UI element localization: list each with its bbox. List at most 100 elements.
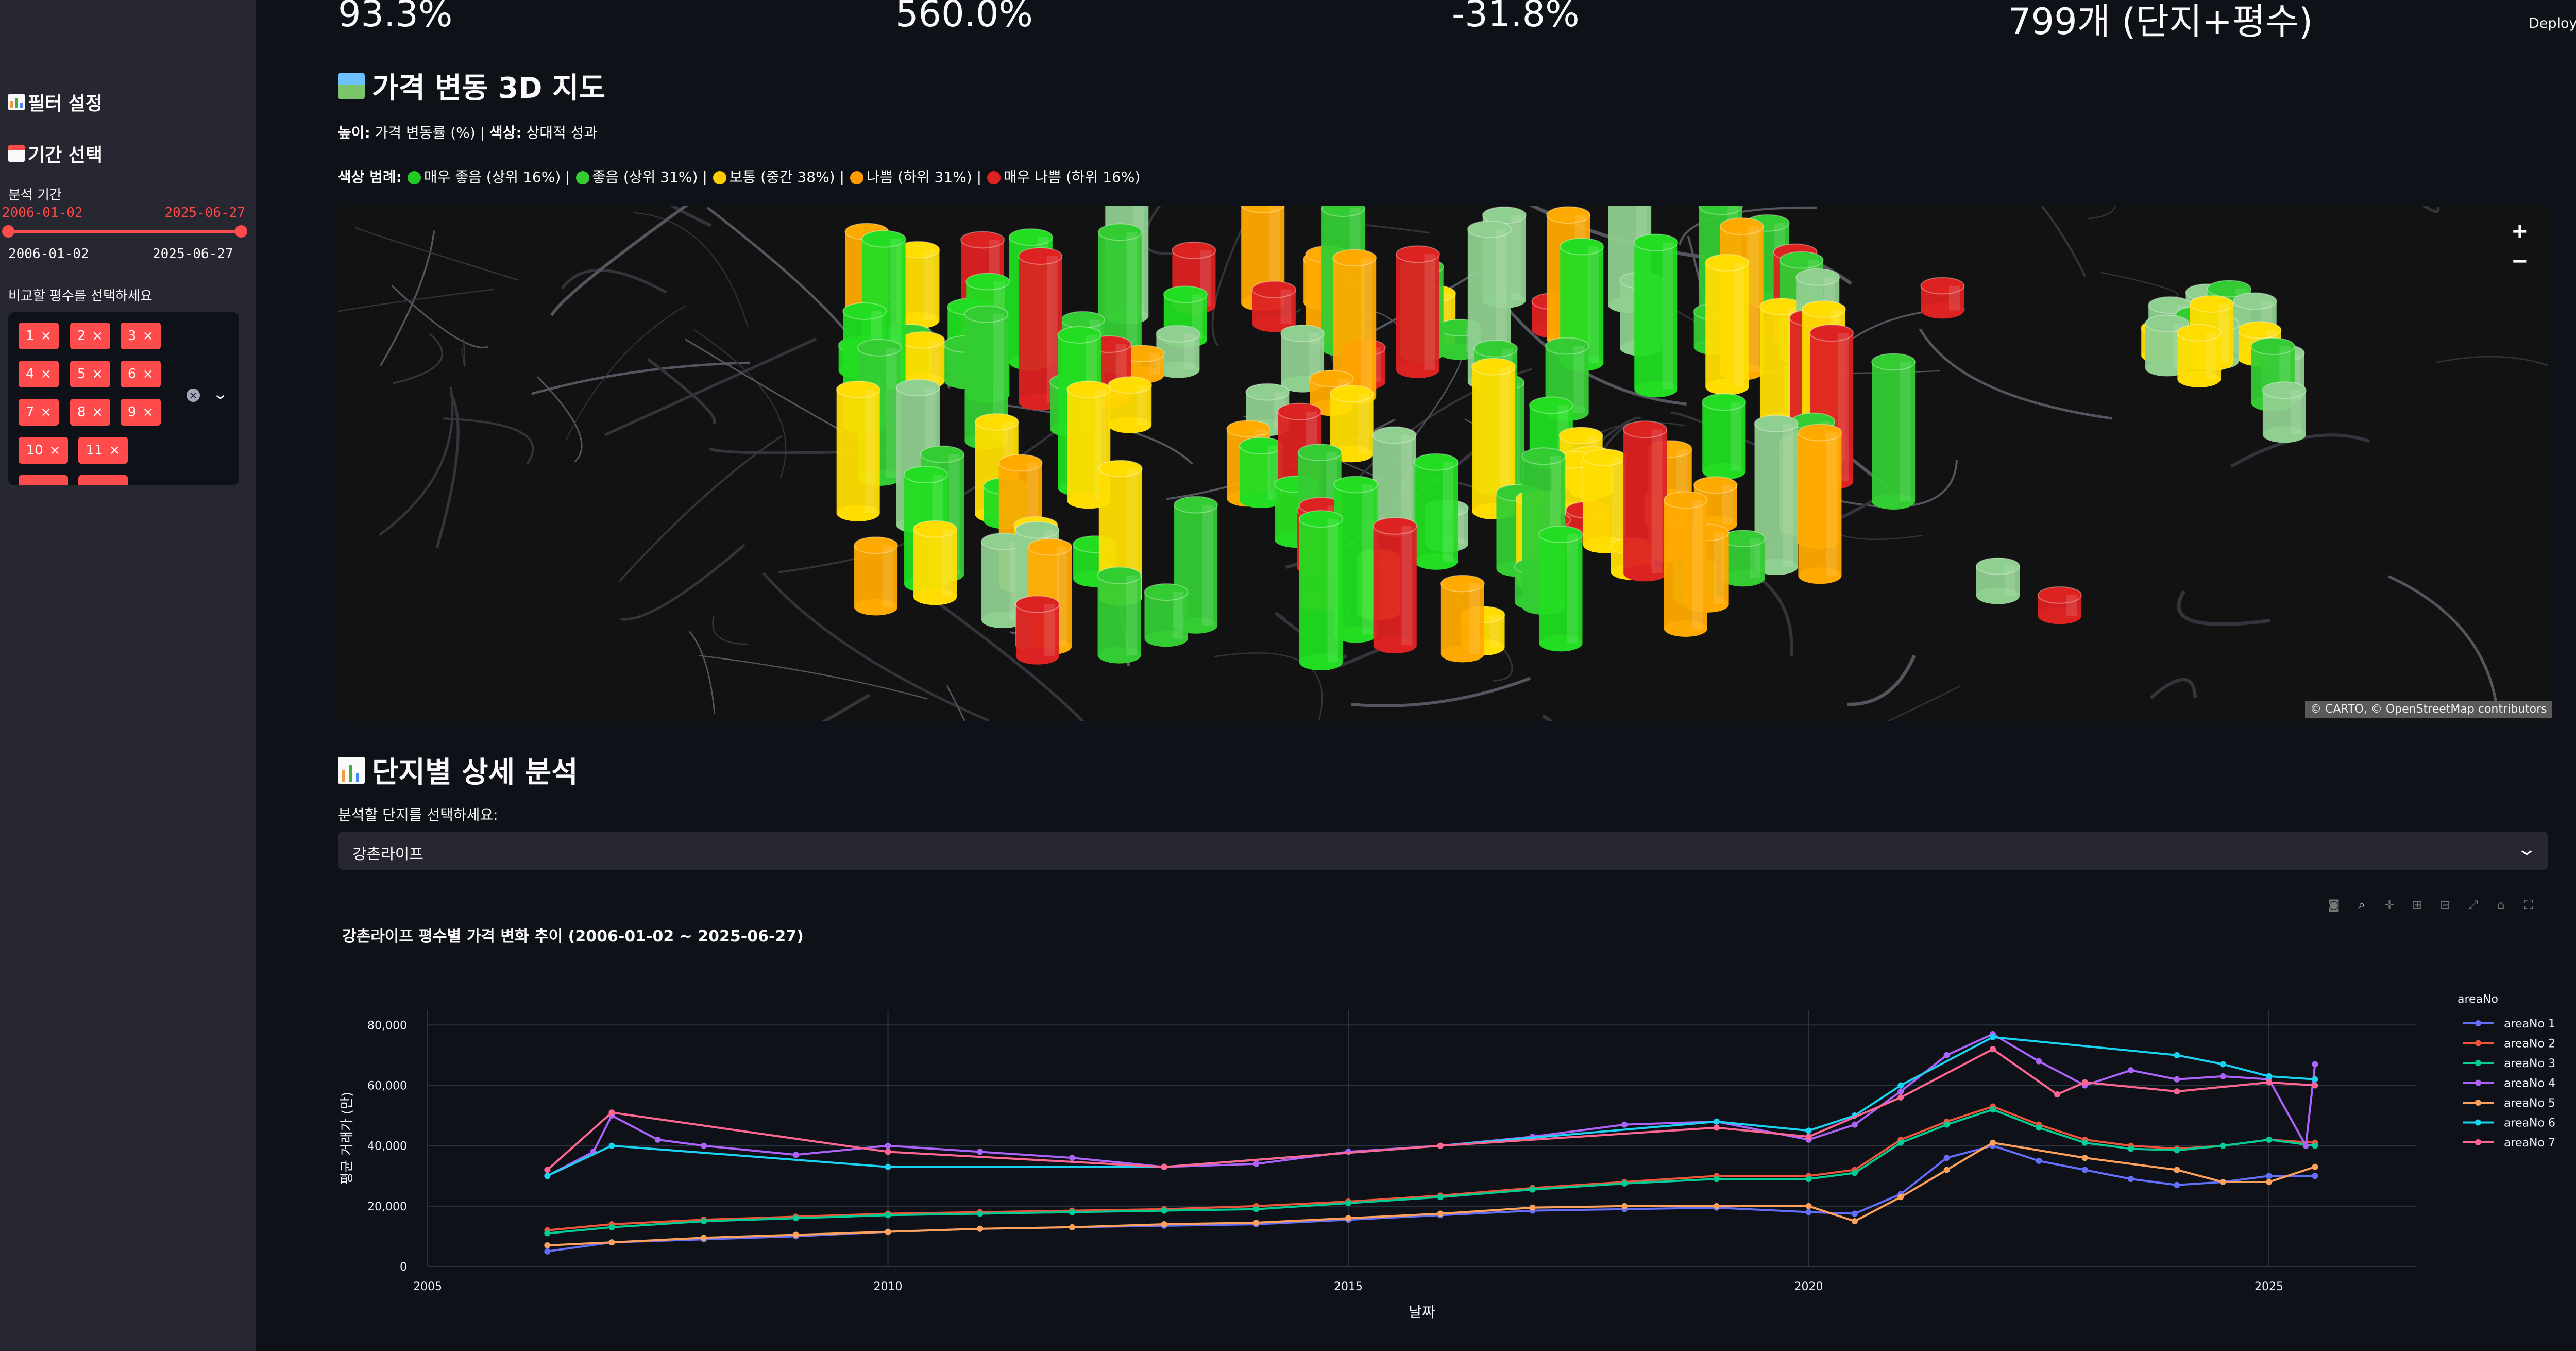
- series-3[interactable]: [544, 1106, 2318, 1237]
- data-point[interactable]: [1713, 1203, 1720, 1209]
- data-point[interactable]: [2312, 1076, 2318, 1083]
- data-point[interactable]: [2266, 1073, 2273, 1079]
- data-point[interactable]: [1897, 1139, 1904, 1146]
- data-point[interactable]: [608, 1142, 615, 1149]
- data-point[interactable]: [2174, 1088, 2180, 1095]
- chart-legend-item[interactable]: areaNo 6: [2463, 1117, 2555, 1130]
- data-point[interactable]: [2312, 1061, 2318, 1068]
- data-point[interactable]: [701, 1235, 707, 1241]
- data-point[interactable]: [654, 1136, 661, 1143]
- data-point[interactable]: [885, 1149, 891, 1155]
- data-point[interactable]: [885, 1212, 891, 1219]
- data-point[interactable]: [2312, 1163, 2318, 1170]
- data-point[interactable]: [544, 1173, 551, 1179]
- data-point[interactable]: [1345, 1215, 1352, 1222]
- data-point[interactable]: [1943, 1155, 1950, 1161]
- data-point[interactable]: [1989, 1139, 1996, 1146]
- data-point[interactable]: [2081, 1167, 2088, 1173]
- data-point[interactable]: [1805, 1127, 1812, 1134]
- data-point[interactable]: [2219, 1142, 2226, 1149]
- data-point[interactable]: [1621, 1180, 1628, 1187]
- data-point[interactable]: [1253, 1206, 1260, 1212]
- data-point[interactable]: [1161, 1207, 1167, 1214]
- data-point[interactable]: [1069, 1224, 1075, 1230]
- series-5[interactable]: [544, 1139, 2318, 1248]
- data-point[interactable]: [2036, 1157, 2042, 1164]
- data-point[interactable]: [544, 1242, 551, 1248]
- data-point[interactable]: [1943, 1121, 1950, 1128]
- chart-legend-item[interactable]: areaNo 7: [2463, 1137, 2555, 1150]
- data-point[interactable]: [1437, 1142, 1444, 1149]
- data-point[interactable]: [2266, 1178, 2273, 1185]
- data-point[interactable]: [701, 1218, 707, 1225]
- data-point[interactable]: [544, 1167, 551, 1173]
- data-point[interactable]: [1345, 1200, 1352, 1206]
- data-point[interactable]: [885, 1228, 891, 1235]
- data-point[interactable]: [2081, 1139, 2088, 1146]
- data-point[interactable]: [1713, 1124, 1720, 1131]
- data-point[interactable]: [2174, 1052, 2180, 1058]
- line-chart[interactable]: 0 20,000 40,000 60,000 80,000 2005 2010 2015 202…: [0, 0, 2576, 1351]
- data-point[interactable]: [544, 1230, 551, 1237]
- data-point[interactable]: [2036, 1124, 2042, 1131]
- chart-legend-item[interactable]: areaNo 1: [2463, 1018, 2555, 1031]
- data-point[interactable]: [1989, 1034, 1996, 1040]
- data-point[interactable]: [885, 1163, 891, 1170]
- data-point[interactable]: [1851, 1218, 1858, 1225]
- data-point[interactable]: [1851, 1210, 1858, 1217]
- data-point[interactable]: [1897, 1094, 1904, 1101]
- data-point[interactable]: [1253, 1220, 1260, 1226]
- data-point[interactable]: [1989, 1046, 1996, 1053]
- data-point[interactable]: [608, 1239, 615, 1246]
- data-point[interactable]: [2219, 1178, 2226, 1185]
- data-point[interactable]: [2266, 1136, 2273, 1143]
- data-point[interactable]: [792, 1215, 799, 1222]
- data-point[interactable]: [1713, 1118, 1720, 1125]
- data-point[interactable]: [2312, 1082, 2318, 1089]
- data-point[interactable]: [1805, 1209, 1812, 1215]
- chart-legend-item[interactable]: areaNo 5: [2463, 1097, 2555, 1110]
- data-point[interactable]: [2174, 1076, 2180, 1083]
- data-point[interactable]: [544, 1248, 551, 1255]
- series-line[interactable]: [547, 1105, 2315, 1231]
- data-point[interactable]: [1529, 1186, 1536, 1193]
- data-point[interactable]: [1805, 1134, 1812, 1140]
- series-4[interactable]: [544, 1031, 2318, 1179]
- data-point[interactable]: [885, 1142, 891, 1149]
- chart-legend-item[interactable]: areaNo 2: [2463, 1038, 2555, 1051]
- data-point[interactable]: [2312, 1173, 2318, 1179]
- data-point[interactable]: [1851, 1121, 1858, 1128]
- data-point[interactable]: [977, 1149, 984, 1155]
- data-point[interactable]: [1713, 1176, 1720, 1183]
- data-point[interactable]: [1069, 1209, 1075, 1215]
- data-point[interactable]: [1161, 1163, 1167, 1170]
- data-point[interactable]: [1897, 1082, 1904, 1089]
- data-point[interactable]: [2036, 1058, 2042, 1065]
- data-point[interactable]: [2174, 1147, 2180, 1154]
- data-point[interactable]: [2128, 1145, 2134, 1152]
- data-point[interactable]: [1943, 1167, 1950, 1173]
- data-point[interactable]: [2081, 1155, 2088, 1161]
- data-point[interactable]: [792, 1152, 799, 1158]
- data-point[interactable]: [1621, 1121, 1628, 1128]
- data-point[interactable]: [977, 1210, 984, 1217]
- data-point[interactable]: [608, 1224, 615, 1230]
- data-point[interactable]: [1805, 1176, 1812, 1183]
- data-point[interactable]: [1529, 1204, 1536, 1211]
- data-point[interactable]: [1851, 1170, 1858, 1176]
- series-6[interactable]: [544, 1034, 2318, 1179]
- data-point[interactable]: [1897, 1088, 1904, 1095]
- data-point[interactable]: [1437, 1210, 1444, 1217]
- data-point[interactable]: [2266, 1079, 2273, 1086]
- data-point[interactable]: [2219, 1073, 2226, 1079]
- chart-legend-item[interactable]: areaNo 4: [2463, 1077, 2555, 1090]
- data-point[interactable]: [1621, 1203, 1628, 1209]
- data-point[interactable]: [977, 1225, 984, 1232]
- data-point[interactable]: [1253, 1160, 1260, 1167]
- series-line[interactable]: [547, 1036, 2315, 1177]
- data-point[interactable]: [1437, 1194, 1444, 1201]
- data-point[interactable]: [608, 1109, 615, 1116]
- data-point[interactable]: [1805, 1203, 1812, 1209]
- chart-legend-item[interactable]: areaNo 3: [2463, 1057, 2555, 1070]
- data-point[interactable]: [1897, 1194, 1904, 1201]
